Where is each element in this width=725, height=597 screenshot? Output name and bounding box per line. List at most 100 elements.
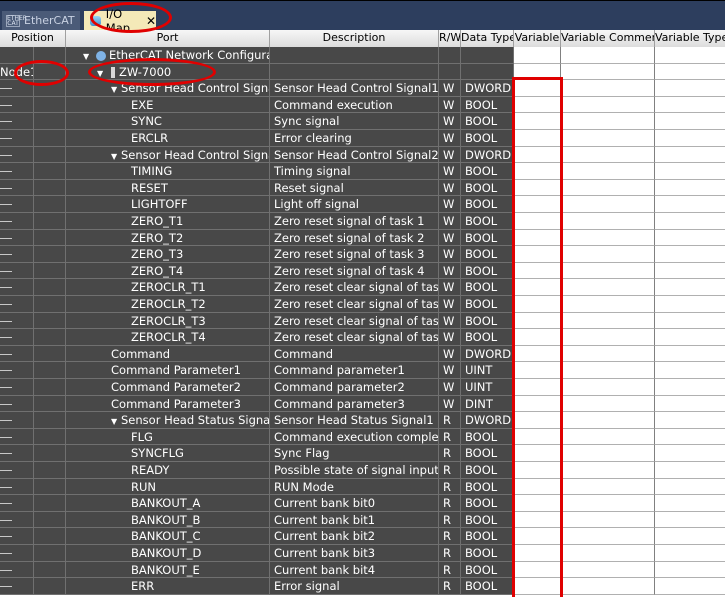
variable-comment-cell[interactable] [561,279,655,296]
device-row[interactable]: Node1 ▼ ZW-7000 [0,63,725,81]
variable-comment-cell[interactable] [561,362,655,379]
variable-comment-cell[interactable] [561,312,655,330]
variable-comment-cell[interactable] [561,146,655,164]
table-row[interactable]: ZEROCLR_T2 Zero reset clear signal of tas… [0,296,725,313]
table-row[interactable]: ▼ Sensor Head Control Signal2 Sensor Head … [0,146,725,164]
variable-type-cell[interactable] [655,196,725,213]
column-header-data-type[interactable]: Data Type [461,30,514,47]
variable-type-cell[interactable] [655,412,725,429]
variable-cell[interactable] [514,345,561,363]
variable-type-cell[interactable] [655,395,725,413]
table-row[interactable]: Command Parameter1 Command parameter1 W UIN… [0,362,725,379]
variable-type-cell[interactable] [655,80,725,97]
tab-ethercat[interactable]: ETHER CAT EtherCAT [2,11,80,30]
variable-comment-cell[interactable] [561,428,655,446]
variable-type-cell[interactable] [655,229,725,247]
variable-cell[interactable] [514,96,561,114]
variable-comment-cell[interactable] [561,179,655,197]
variable-type-cell[interactable] [655,495,725,512]
variable-type-cell[interactable] [655,296,725,313]
variable-cell[interactable] [514,213,561,230]
variable-cell[interactable] [514,412,561,429]
variable-type-cell[interactable] [655,445,725,462]
expand-arrow-icon[interactable]: ▼ [111,414,121,428]
network-row[interactable]: ▼ EtherCAT Network Configuration [0,47,725,64]
variable-comment-cell[interactable] [561,329,655,346]
variable-cell[interactable] [514,395,561,413]
variable-cell[interactable] [514,445,561,462]
variable-comment-cell[interactable] [561,246,655,263]
variable-comment-cell[interactable] [561,80,655,97]
variable-type-cell[interactable] [655,478,725,496]
variable-cell[interactable] [514,80,561,97]
variable-cell[interactable] [514,428,561,446]
variable-cell[interactable] [514,196,561,213]
table-row[interactable]: RUN RUN Mode R BOOL [0,478,725,496]
table-row[interactable]: Command Command W DWORD [0,345,725,363]
variable-comment-cell[interactable] [561,379,655,396]
variable-cell[interactable] [514,462,561,479]
variable-comment-cell[interactable] [561,163,655,180]
table-row[interactable]: FLG Command execution completionRBOOL [0,428,725,446]
variable-type-cell[interactable] [655,462,725,479]
variable-comment-cell[interactable] [561,296,655,313]
variable-comment-cell[interactable] [561,196,655,213]
table-row[interactable]: ZERO_T1 Zero reset signal of task 1 W BOOL [0,213,725,230]
table-row[interactable]: ZERO_T2 Zero reset signal of task 2 W BOOL [0,229,725,247]
variable-type-cell[interactable] [655,362,725,379]
variable-cell[interactable] [514,312,561,330]
variable-comment-cell[interactable] [561,478,655,496]
variable-cell[interactable] [514,379,561,396]
column-header-variable-comment[interactable]: Variable Comment [561,30,655,47]
variable-cell[interactable] [514,130,561,147]
table-row[interactable]: BANKOUT_D Current bank bit3 R BOOL [0,545,725,562]
variable-type-cell[interactable] [655,179,725,197]
variable-comment-cell[interactable] [561,96,655,114]
variable-type-cell[interactable] [655,279,725,296]
variable-comment-cell[interactable] [561,445,655,462]
variable-comment-cell[interactable] [561,395,655,413]
table-row[interactable]: ZEROCLR_T1 Zero reset clear signal of tas… [0,279,725,296]
variable-type-cell[interactable] [655,379,725,396]
table-row[interactable]: BANKOUT_E Current bank bit4 R BOOL [0,561,725,579]
variable-cell[interactable] [514,362,561,379]
table-row[interactable]: Command Parameter3 Command parameter3 W DIN… [0,395,725,413]
table-row[interactable]: RESET Reset signal W BOOL [0,179,725,197]
table-row[interactable]: ZERO_T4 Zero reset signal of task 4 W BOOL [0,262,725,280]
table-row[interactable]: ZERO_T3 Zero reset signal of task 3 W BOOL [0,246,725,263]
variable-cell[interactable] [514,578,561,595]
variable-comment-cell[interactable] [561,229,655,247]
variable-comment-cell[interactable] [561,495,655,512]
table-row[interactable]: ERCLR Error clearing W BOOL [0,130,725,147]
variable-type-cell[interactable] [655,511,725,529]
variable-comment-cell[interactable] [561,262,655,280]
variable-cell[interactable] [514,561,561,579]
expand-arrow-icon[interactable]: ▼ [83,49,93,63]
variable-cell[interactable] [514,495,561,512]
variable-type-cell[interactable] [655,146,725,164]
table-row[interactable]: ZEROCLR_T4 Zero reset clear signal of tas… [0,329,725,346]
variable-type-cell[interactable] [655,345,725,363]
table-row[interactable]: TIMING Timing signal W BOOL [0,163,725,180]
variable-type-cell[interactable] [655,96,725,114]
variable-cell[interactable] [514,246,561,263]
tab-io-map[interactable]: I/O Map ✕ [84,7,156,35]
table-row[interactable]: BANKOUT_B Current bank bit1 R BOOL [0,511,725,529]
table-row[interactable]: EXE Command execution W BOOL [0,96,725,114]
column-header-port[interactable]: Port [66,30,270,47]
expand-arrow-icon[interactable]: ▼ [111,82,121,96]
variable-cell[interactable] [514,545,561,562]
variable-comment-cell[interactable] [561,345,655,363]
variable-comment-cell[interactable] [561,130,655,147]
variable-type-cell[interactable] [655,578,725,595]
expand-arrow-icon[interactable]: ▼ [111,149,121,163]
table-row[interactable]: ERR Error signal R BOOL [0,578,725,595]
variable-comment-cell[interactable] [561,578,655,595]
table-row[interactable]: LIGHTOFF Light off signal W BOOL [0,196,725,213]
variable-type-cell[interactable] [655,246,725,263]
variable-type-cell[interactable] [655,428,725,446]
variable-comment-cell[interactable] [561,462,655,479]
variable-cell[interactable] [514,511,561,529]
variable-comment-cell[interactable] [561,412,655,429]
variable-type-cell[interactable] [655,163,725,180]
